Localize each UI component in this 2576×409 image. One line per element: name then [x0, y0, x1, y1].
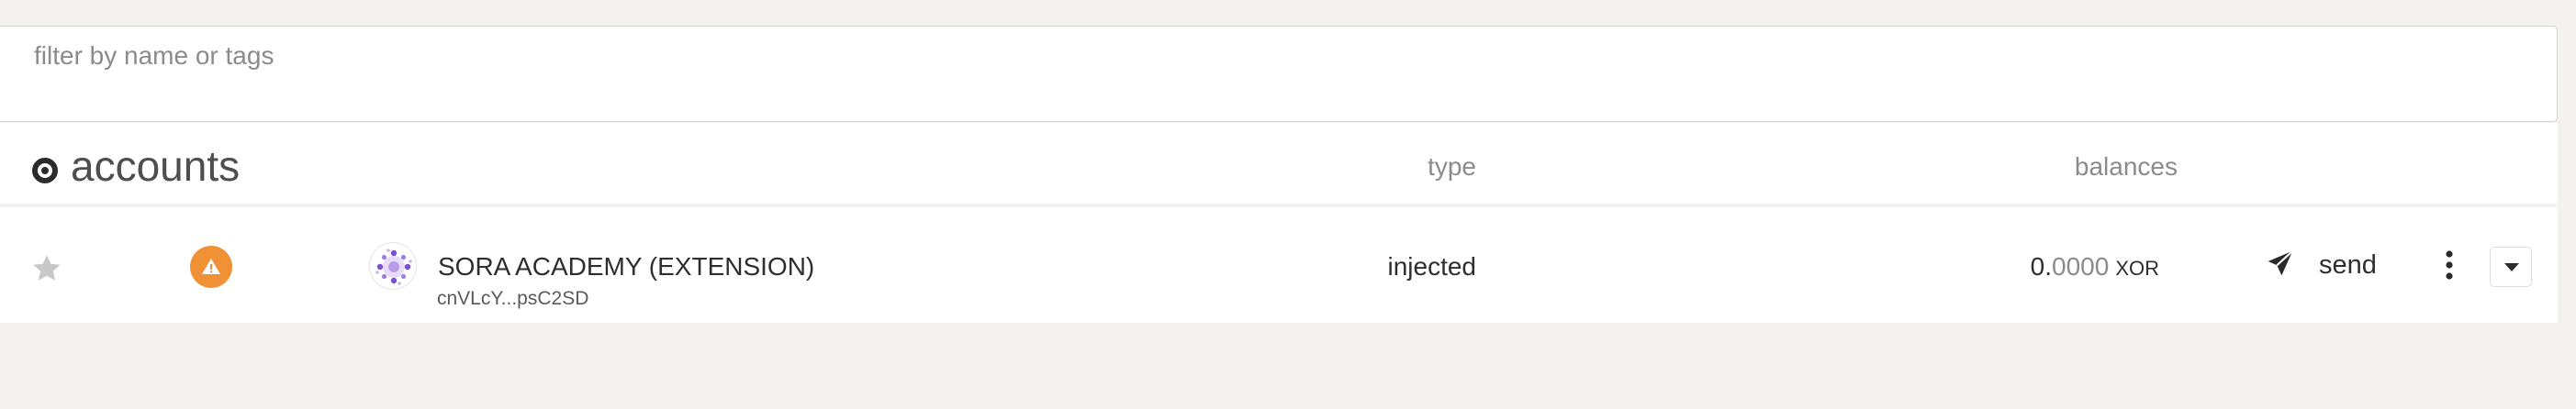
expand-row-button[interactable] — [2490, 247, 2532, 287]
account-balance[interactable]: 0.0000 XOR — [2031, 252, 2159, 282]
send-label: send — [2319, 249, 2377, 280]
balance-integer: 0. — [2030, 252, 2053, 281]
account-identicon[interactable] — [369, 242, 417, 290]
caret-down-icon — [2504, 263, 2519, 271]
account-type: injected — [1387, 252, 1476, 281]
send-button[interactable]: send — [2266, 240, 2377, 290]
accounts-section-icon — [32, 158, 58, 183]
balance-unit: XOR — [2115, 257, 2159, 280]
star-icon[interactable] — [30, 252, 63, 285]
vertical-dots-icon — [2446, 250, 2453, 280]
column-header-type[interactable]: type — [1428, 152, 1476, 182]
more-options-button[interactable] — [2435, 248, 2464, 282]
warning-icon — [190, 246, 232, 288]
account-row: SORA ACADEMY (EXTENSION) cnVLcY...psC2SD… — [0, 207, 2558, 323]
balance-decimal: 0000 — [2052, 252, 2110, 281]
paper-plane-icon — [2266, 249, 2295, 282]
page-title: accounts — [71, 142, 241, 190]
filter-input[interactable] — [0, 27, 2557, 121]
account-name[interactable]: SORA ACADEMY (EXTENSION) — [438, 252, 814, 282]
filter-field[interactable] — [0, 26, 2558, 122]
column-header-balances[interactable]: balances — [2075, 152, 2178, 182]
account-address[interactable]: cnVLcY...psC2SD — [437, 288, 588, 310]
accounts-header: accounts type balances — [0, 123, 2558, 204]
